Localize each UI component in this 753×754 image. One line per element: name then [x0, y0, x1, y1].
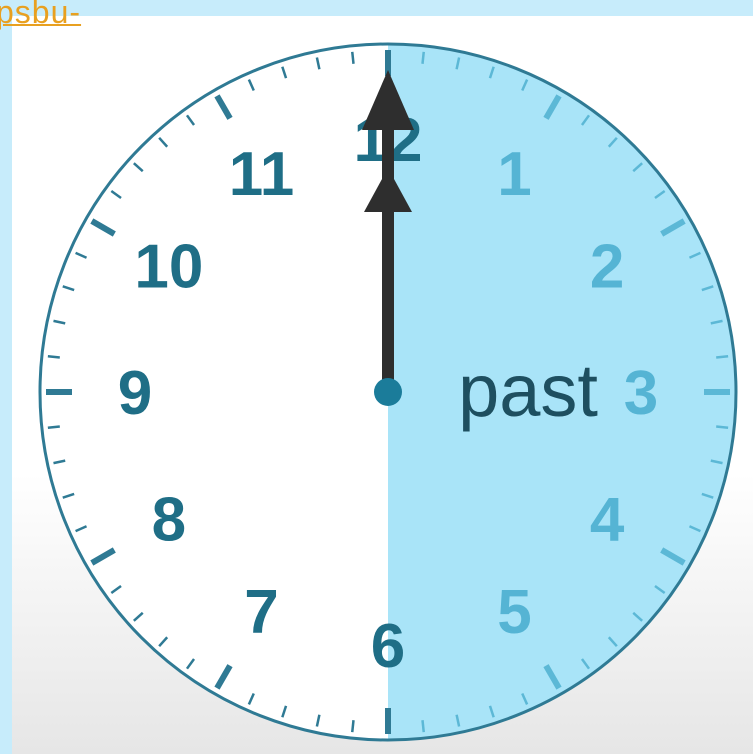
- clock-diagram: 121234567891011 past: [38, 42, 738, 742]
- minute-tick: [421, 720, 425, 733]
- numeral-3: 3: [624, 359, 658, 428]
- center-pivot: [374, 378, 402, 406]
- minute-tick: [421, 51, 425, 64]
- minute-tick: [716, 355, 729, 359]
- minute-tick: [47, 355, 60, 359]
- numeral-8: 8: [152, 486, 186, 555]
- numeral-9: 9: [118, 359, 152, 428]
- minute-tick: [716, 425, 729, 429]
- minute-tick: [47, 425, 60, 429]
- past-label: past: [458, 349, 598, 432]
- minute-tick: [351, 51, 355, 64]
- numeral-10: 10: [134, 233, 203, 302]
- minute-tick: [351, 720, 355, 733]
- numeral-5: 5: [497, 578, 531, 647]
- numeral-7: 7: [244, 578, 278, 647]
- numeral-6: 6: [371, 612, 405, 681]
- numeral-4: 4: [590, 486, 625, 555]
- numeral-1: 1: [497, 140, 531, 209]
- numeral-11: 11: [229, 140, 295, 209]
- numeral-2: 2: [590, 233, 624, 302]
